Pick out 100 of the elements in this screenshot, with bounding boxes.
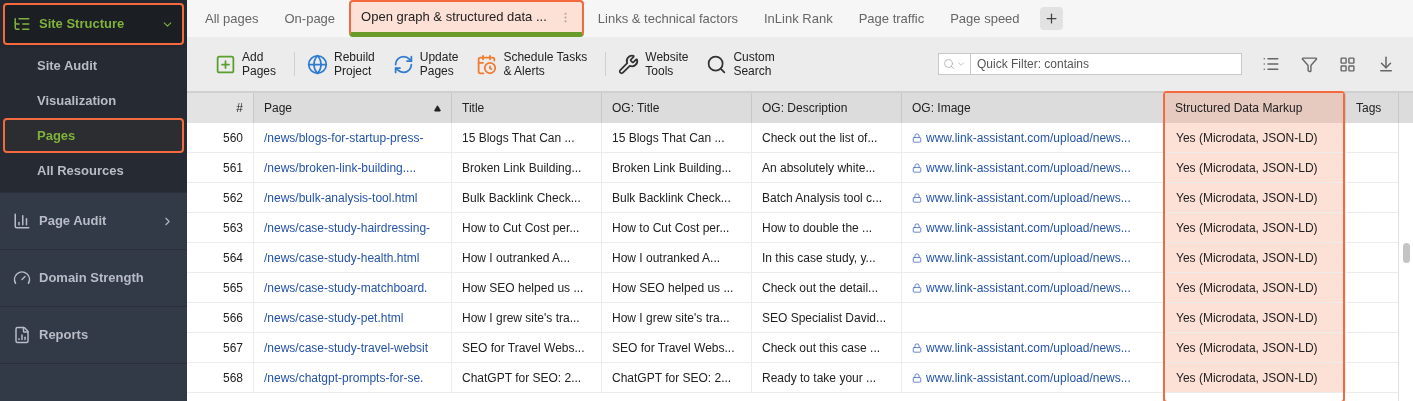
image-link[interactable]: www.link-assistant.com/upload/news... [926, 248, 1131, 267]
section-icon [13, 326, 31, 344]
column-header[interactable]: OG: Title [601, 93, 751, 123]
column-header[interactable]: # [187, 93, 253, 123]
table-cell-text: SEO for Travel Webs... [462, 339, 585, 357]
section-icon [13, 15, 31, 33]
page-link[interactable]: /news/case-study-hairdressing- [264, 218, 431, 237]
row-number: 566 [222, 309, 243, 327]
table-cell-text: In this case study, y... [762, 249, 876, 267]
image-link[interactable]: www.link-assistant.com/upload/news... [926, 338, 1131, 357]
table-cell-text: Bulk Backlink Check... [612, 189, 731, 207]
tab[interactable]: On-page [272, 0, 348, 37]
row-number: 561 [222, 159, 243, 177]
toolbar-button[interactable]: Website Tools [612, 50, 695, 78]
column-header[interactable]: Title [451, 93, 601, 123]
row-number: 562 [222, 189, 243, 207]
quick-filter-field[interactable]: Quick Filter: contains [971, 53, 1242, 75]
image-link[interactable]: www.link-assistant.com/upload/news... [926, 368, 1131, 387]
lock-icon [912, 282, 922, 293]
table-cell-text: How to Cut Cost per... [612, 219, 730, 237]
filter-icon[interactable] [1301, 55, 1318, 73]
tab[interactable]: Open graph & structured data ... [349, 0, 584, 37]
table-cell-text: How SEO helped us ... [612, 279, 734, 297]
page-link[interactable]: /news/case-study-health.html [264, 248, 420, 267]
table-cell-text: Yes (Microdata, JSON-LD) [1176, 249, 1318, 267]
sidebar-section[interactable]: Page Audit [3, 200, 184, 242]
page-link[interactable]: /news/case-study-matchboard. [264, 278, 428, 297]
section-icon [13, 212, 31, 230]
image-link[interactable]: www.link-assistant.com/upload/news... [926, 188, 1131, 207]
table-cell-text: SEO for Travel Webs... [612, 339, 735, 357]
tab[interactable]: Page traffic [846, 0, 937, 37]
lock-icon [912, 372, 922, 383]
table-cell-text: Batch Analysis tool c... [762, 189, 883, 207]
page-link[interactable]: /news/case-study-travel-websit [264, 338, 429, 357]
calendar-clock-icon [476, 53, 498, 75]
row-number: 568 [222, 369, 243, 387]
image-link[interactable]: www.link-assistant.com/upload/news... [926, 158, 1131, 177]
add-tab-button[interactable] [1039, 7, 1063, 30]
column-header[interactable]: Structured Data Markup [1165, 93, 1343, 123]
table-cell-text: Ready to take your ... [762, 369, 877, 387]
tab[interactable]: InLink Rank [752, 0, 845, 37]
table-cell-text: How to double the ... [762, 219, 873, 237]
plus-square-icon [215, 53, 236, 75]
table-cell-text: Check out the list of... [762, 129, 878, 147]
sidebar-item[interactable]: Visualization [3, 83, 184, 118]
toolbar-button[interactable]: Update Pages [386, 50, 465, 78]
table-cell-text: How I outranked A... [462, 249, 571, 267]
sidebar-item[interactable]: All Resources [3, 153, 184, 188]
table-cell-text: Yes (Microdata, JSON-LD) [1176, 189, 1318, 207]
sidebar-item[interactable]: Site Audit [3, 48, 184, 83]
row-number: 560 [222, 129, 243, 147]
tab[interactable]: All pages [193, 0, 271, 37]
page-link[interactable]: /news/bulk-analysis-tool.html [264, 188, 418, 207]
image-link[interactable]: www.link-assistant.com/upload/news... [926, 128, 1131, 147]
grid-icon[interactable] [1339, 55, 1356, 73]
column-header[interactable]: Tags [1345, 93, 1398, 123]
toolbar-button[interactable]: Rebuild Project [301, 50, 381, 78]
table-cell-text: 15 Blogs That Can ... [612, 129, 725, 147]
list-icon[interactable] [1262, 55, 1280, 73]
column-header[interactable]: OG: Image [901, 93, 1163, 123]
table-cell-text: How I grew site's tra... [612, 309, 730, 327]
scrollbar-thumb[interactable] [1402, 243, 1410, 263]
image-link[interactable]: www.link-assistant.com/upload/news... [926, 278, 1131, 297]
sidebar-section[interactable]: Domain Strength [3, 257, 184, 299]
table-cell-text: Check out this case ... [762, 339, 881, 357]
table-cell-text: Yes (Microdata, JSON-LD) [1176, 129, 1318, 147]
toolbar-button[interactable]: Schedule Tasks & Alerts [470, 50, 594, 78]
page-link[interactable]: /news/blogs-for-startup-press- [264, 128, 424, 147]
toolbar-button[interactable]: Custom Search [700, 50, 781, 78]
sidebar-section[interactable]: Reports [3, 314, 184, 356]
row-number: 563 [222, 219, 243, 237]
tab[interactable]: Page speed [938, 0, 1032, 37]
table-cell-text: Yes (Microdata, JSON-LD) [1176, 339, 1318, 357]
lock-icon [912, 192, 922, 203]
table-cell-text: How to Cut Cost per... [462, 219, 580, 237]
lock-icon [912, 222, 922, 233]
wrench-icon [618, 53, 640, 75]
section-icon [13, 269, 31, 287]
caret-icon [956, 59, 966, 69]
download-icon[interactable] [1377, 55, 1395, 73]
plus-icon [1043, 11, 1059, 26]
search-icon [943, 58, 955, 70]
page-link[interactable]: /news/case-study-pet.html [264, 308, 404, 327]
row-number: 564 [222, 249, 243, 267]
table-cell-text: Broken Link Building... [462, 159, 582, 177]
image-link[interactable]: www.link-assistant.com/upload/news... [926, 218, 1131, 237]
sidebar-item[interactable]: Pages [3, 118, 184, 153]
table-cell-text: SEO Specialist David... [762, 309, 887, 327]
sidebar-section[interactable]: Site Structure [3, 3, 184, 45]
table-cell-text: Yes (Microdata, JSON-LD) [1176, 159, 1318, 177]
search-icon [706, 53, 728, 75]
table-cell-text: Yes (Microdata, JSON-LD) [1176, 279, 1318, 297]
page-link[interactable]: /news/broken-link-building.... [264, 158, 417, 177]
column-header[interactable]: Page [253, 93, 451, 123]
lock-icon [912, 132, 922, 143]
column-header[interactable]: OG: Description [751, 93, 901, 123]
toolbar-button[interactable]: Add Pages [209, 50, 283, 78]
table-cell-text: Yes (Microdata, JSON-LD) [1176, 369, 1318, 387]
page-link[interactable]: /news/chatgpt-prompts-for-se. [264, 368, 424, 387]
tab[interactable]: Links & technical factors [585, 0, 750, 37]
